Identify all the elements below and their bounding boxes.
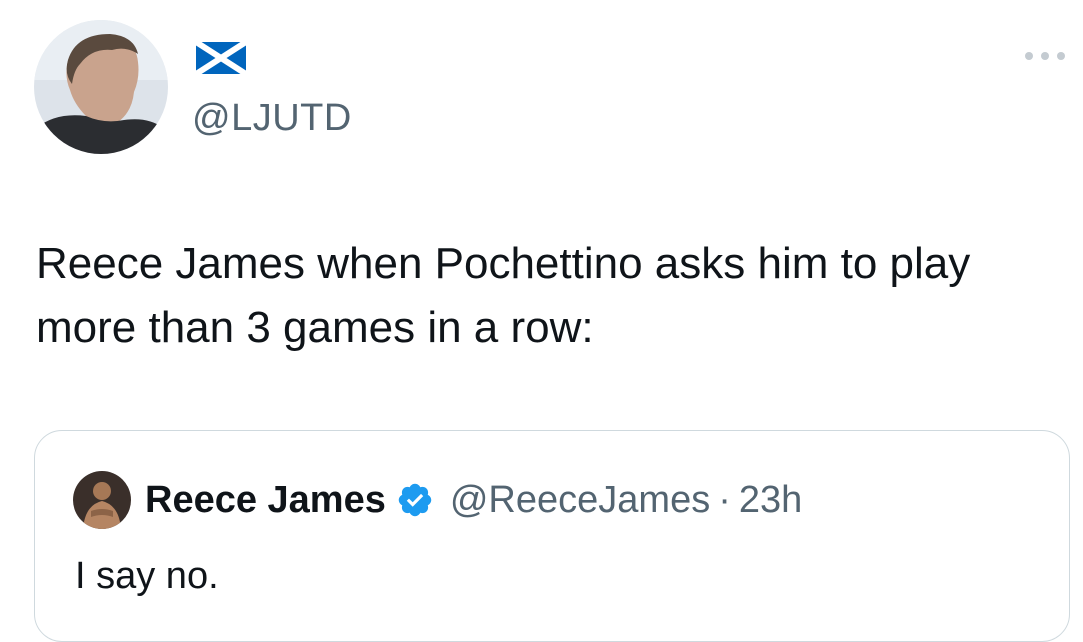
- quoted-tweet-time[interactable]: 23h: [739, 475, 802, 525]
- tweet-text: Reece James when Pochettino asks him to …: [36, 239, 971, 352]
- separator-dot: ·: [718, 479, 731, 521]
- quoted-author-handle[interactable]: @ReeceJames: [450, 475, 710, 525]
- quoted-tweet-header: Reece James @ReeceJames · 23h: [145, 475, 802, 525]
- more-options-icon[interactable]: [1025, 46, 1065, 66]
- author-handle[interactable]: @LJUTD: [192, 96, 352, 140]
- quoted-tweet-text: I say no.: [75, 555, 219, 597]
- verified-badge-icon: [396, 481, 434, 519]
- avatar-image: [34, 20, 168, 154]
- more-dot: [1057, 52, 1065, 60]
- scotland-flag-icon: [196, 42, 246, 74]
- quoted-author-name[interactable]: Reece James: [145, 475, 386, 525]
- quoted-author-avatar[interactable]: [73, 471, 131, 529]
- more-dot: [1025, 52, 1033, 60]
- more-dot: [1041, 52, 1049, 60]
- author-avatar[interactable]: [34, 20, 168, 154]
- quoted-tweet-card[interactable]: Reece James @ReeceJames · 23h I say no.: [34, 430, 1070, 642]
- avatar-image: [73, 471, 131, 529]
